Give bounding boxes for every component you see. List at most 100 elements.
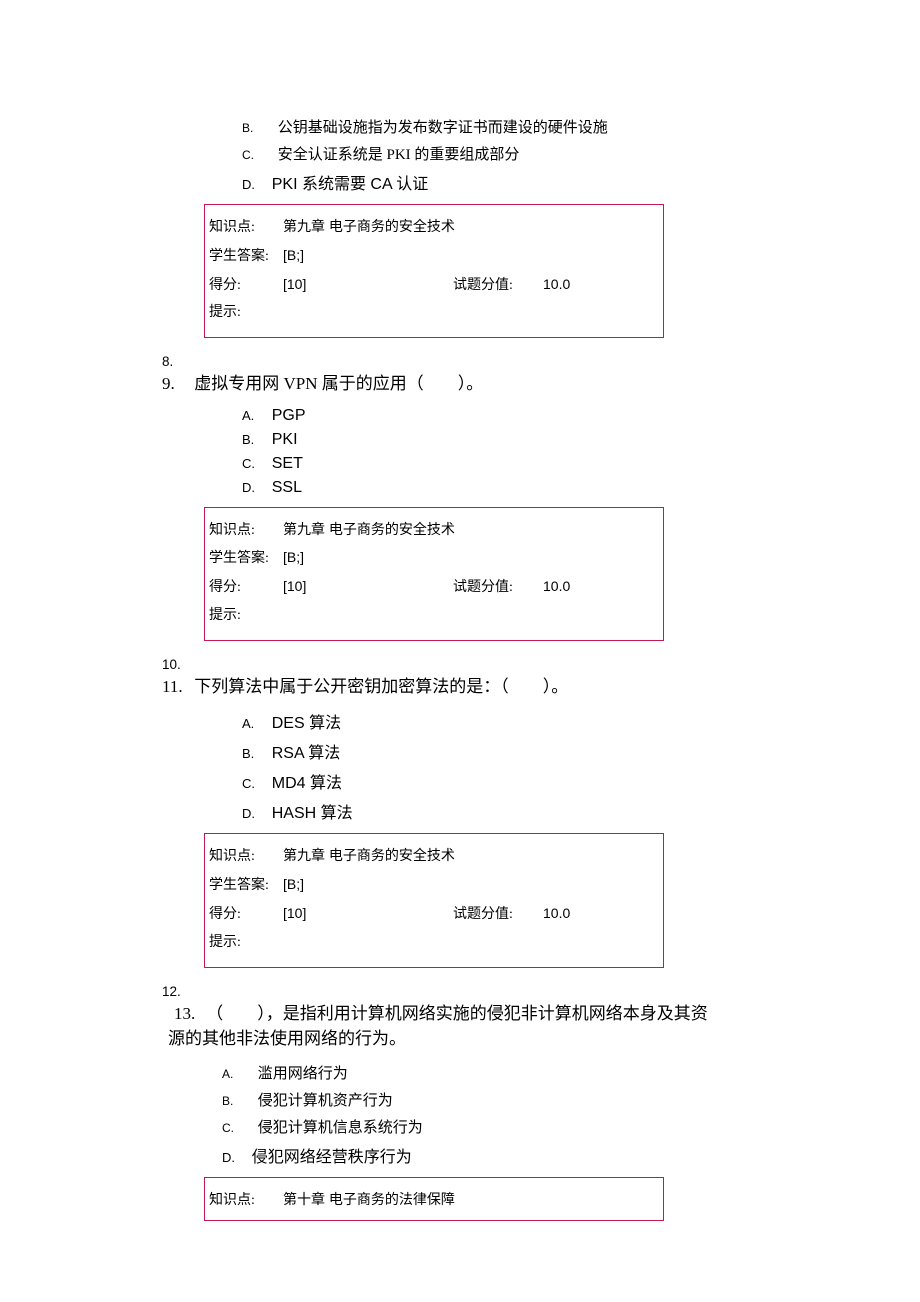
option: B. 侵犯计算机资产行为 xyxy=(222,1089,758,1110)
option-letter: B. xyxy=(242,746,260,761)
option: D. 侵犯网络经营秩序行为 xyxy=(222,1143,758,1167)
option-letter: B. xyxy=(222,1094,240,1108)
score-value: [10] xyxy=(283,273,453,297)
kp-label: 知识点: xyxy=(209,1189,283,1213)
option: B. RSA 算法 xyxy=(242,739,758,763)
option-text: PKI 系统需要 CA 认证 xyxy=(272,176,428,193)
knowledge-point-row: 知识点: 第九章 电子商务的安全技术 xyxy=(209,518,659,543)
point-value-label: 试题分值: xyxy=(453,274,543,298)
question-13-stem-line2: 源的其他非法使用网络的行为。 xyxy=(168,1026,758,1052)
option-letter: C. xyxy=(222,1121,240,1135)
student-answer-row: 学生答案: [B;] xyxy=(209,546,659,571)
question-number: 11. xyxy=(162,674,190,700)
option-letter: A. xyxy=(222,1067,240,1081)
option-text: PGP xyxy=(272,407,306,424)
option: D. HASH 算法 xyxy=(242,799,758,823)
option: C. 侵犯计算机信息系统行为 xyxy=(222,1116,758,1137)
point-value: 10.0 xyxy=(543,575,570,599)
option-text: 侵犯网络经营秩序行为 xyxy=(252,1149,412,1166)
option-letter: D. xyxy=(222,1150,240,1165)
option-text: 侵犯计算机信息系统行为 xyxy=(258,1120,423,1136)
question-number: 9. xyxy=(162,371,190,397)
option-text: 安全认证系统是 PKI 的重要组成部分 xyxy=(278,147,520,163)
score-row: 得分: [10] 试题分值: 10.0 xyxy=(209,273,659,298)
ans-value: [B;] xyxy=(283,546,304,570)
student-answer-row: 学生答案: [B;] xyxy=(209,873,659,898)
option-text: 公钥基础设施指为发布数字证书而建设的硬件设施 xyxy=(278,120,608,136)
point-value: 10.0 xyxy=(543,902,570,926)
option-text: PKI xyxy=(272,431,298,448)
hint-row: 提示: xyxy=(209,604,659,628)
option-letter: C. xyxy=(242,776,260,791)
question-number: 13. xyxy=(174,1001,202,1027)
knowledge-point-row: 知识点: 第九章 电子商务的安全技术 xyxy=(209,844,659,869)
option-text: SSL xyxy=(272,479,302,496)
kp-label: 知识点: xyxy=(209,519,283,543)
score-value: [10] xyxy=(283,575,453,599)
question-13: 13. （ ），是指利用计算机网络实施的侵犯非计算机网络本身及其资 源的其他非法… xyxy=(168,1001,758,1052)
option-text: RSA 算法 xyxy=(272,745,340,762)
option-letter: B. xyxy=(242,432,260,447)
option-text: HASH 算法 xyxy=(272,805,353,822)
question-number-10: 10. xyxy=(162,657,758,672)
kp-label: 知识点: xyxy=(209,845,283,869)
hint-label: 提示: xyxy=(209,301,283,325)
option-text: 侵犯计算机资产行为 xyxy=(258,1093,393,1109)
kp-value: 第十章 电子商务的法律保障 xyxy=(283,1188,455,1212)
question-number-12: 12. xyxy=(162,984,758,999)
option-text: DES 算法 xyxy=(272,715,341,732)
kp-value: 第九章 电子商务的安全技术 xyxy=(283,844,455,868)
question-11-stem: 11. 下列算法中属于公开密钥加密算法的是：（ ）。 xyxy=(162,674,758,700)
hint-row: 提示: xyxy=(209,931,659,955)
option-letter: B. xyxy=(242,121,260,135)
answer-info-box: 知识点: 第十章 电子商务的法律保障 xyxy=(204,1177,664,1222)
option-letter: C. xyxy=(242,148,260,162)
option: A. 滥用网络行为 xyxy=(222,1062,758,1083)
question-text-line1: （ ），是指利用计算机网络实施的侵犯非计算机网络本身及其资 xyxy=(206,1004,708,1023)
option-letter: A. xyxy=(242,716,260,731)
score-label: 得分: xyxy=(209,903,283,927)
kp-value: 第九章 电子商务的安全技术 xyxy=(283,215,455,239)
option: B. PKI xyxy=(242,431,758,449)
option: D. PKI 系统需要 CA 认证 xyxy=(242,170,758,194)
question-text: 虚拟专用网 VPN 属于的应用（ ）。 xyxy=(194,374,483,393)
point-value: 10.0 xyxy=(543,273,570,297)
option-letter: A. xyxy=(242,408,260,423)
answer-info-box: 知识点: 第九章 电子商务的安全技术 学生答案: [B;] 得分: [10] 试… xyxy=(204,507,664,641)
ans-label: 学生答案: xyxy=(209,547,283,571)
option-text: MD4 算法 xyxy=(272,775,342,792)
score-row: 得分: [10] 试题分值: 10.0 xyxy=(209,575,659,600)
ans-label: 学生答案: xyxy=(209,245,283,269)
option-text: SET xyxy=(272,455,303,472)
score-value: [10] xyxy=(283,902,453,926)
ans-label: 学生答案: xyxy=(209,874,283,898)
option: D. SSL xyxy=(242,479,758,497)
option: C. MD4 算法 xyxy=(242,769,758,793)
question-text: 下列算法中属于公开密钥加密算法的是：（ ）。 xyxy=(194,677,568,696)
kp-label: 知识点: xyxy=(209,216,283,240)
kp-value: 第九章 电子商务的安全技术 xyxy=(283,518,455,542)
hint-label: 提示: xyxy=(209,604,283,628)
question-13-stem: 13. （ ），是指利用计算机网络实施的侵犯非计算机网络本身及其资 xyxy=(168,1001,758,1027)
option-letter: C. xyxy=(242,456,260,471)
ans-value: [B;] xyxy=(283,873,304,897)
question-number-8: 8. xyxy=(162,354,758,369)
ans-value: [B;] xyxy=(283,244,304,268)
option: A. PGP xyxy=(242,407,758,425)
answer-info-box: 知识点: 第九章 电子商务的安全技术 学生答案: [B;] 得分: [10] 试… xyxy=(204,833,664,967)
hint-row: 提示: xyxy=(209,301,659,325)
score-label: 得分: xyxy=(209,274,283,298)
student-answer-row: 学生答案: [B;] xyxy=(209,244,659,269)
score-label: 得分: xyxy=(209,576,283,600)
knowledge-point-row: 知识点: 第十章 电子商务的法律保障 xyxy=(209,1188,659,1213)
question-text-line2: 源的其他非法使用网络的行为。 xyxy=(168,1029,406,1048)
option-letter: D. xyxy=(242,480,260,495)
option: C. SET xyxy=(242,455,758,473)
option: A. DES 算法 xyxy=(242,709,758,733)
point-value-label: 试题分值: xyxy=(453,576,543,600)
option-text: 滥用网络行为 xyxy=(258,1066,348,1082)
score-row: 得分: [10] 试题分值: 10.0 xyxy=(209,902,659,927)
option-letter: D. xyxy=(242,177,260,192)
page-content: B. 公钥基础设施指为发布数字证书而建设的硬件设施 C. 安全认证系统是 PKI… xyxy=(0,0,920,1281)
option: C. 安全认证系统是 PKI 的重要组成部分 xyxy=(242,143,758,164)
